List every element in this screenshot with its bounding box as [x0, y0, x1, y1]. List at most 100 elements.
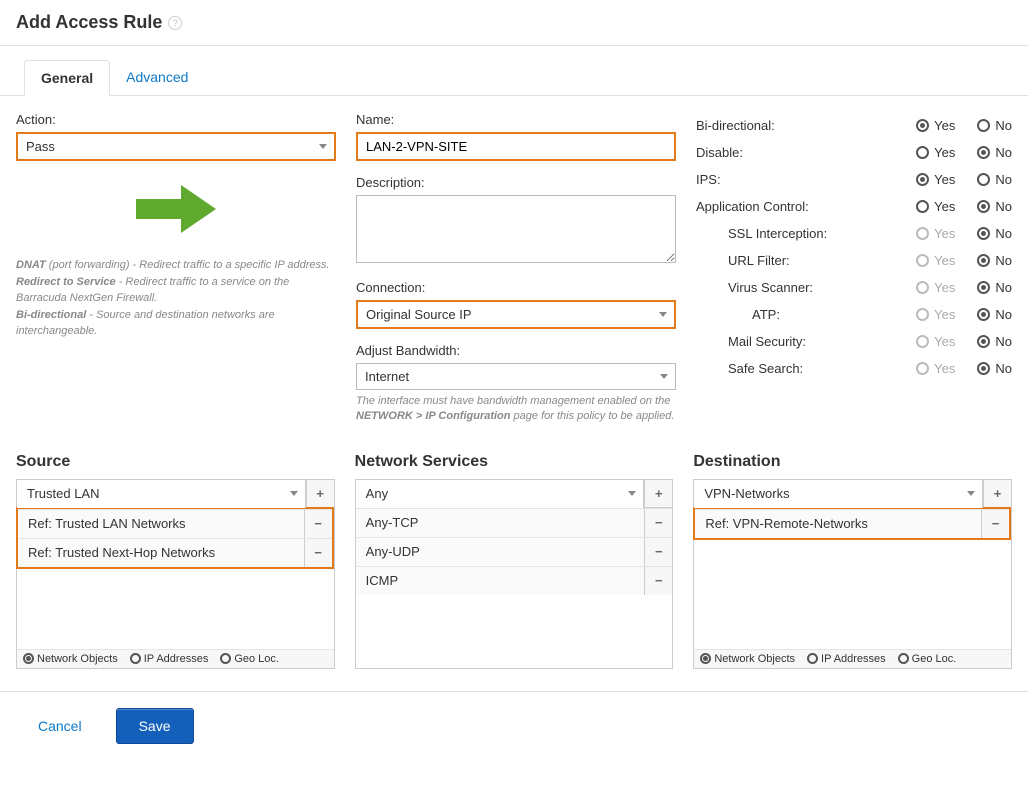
source-remove-button[interactable]: − [304, 539, 332, 567]
dest-seg-ip-addresses[interactable]: IP Addresses [807, 653, 886, 665]
radio-icon [977, 281, 990, 294]
bandwidth-select[interactable]: Internet [356, 363, 676, 390]
action-select[interactable]: Pass [16, 132, 336, 161]
service-item[interactable]: Any-UDP [356, 538, 645, 566]
radio-no[interactable]: No [977, 280, 1012, 295]
dest-seg-geo-loc[interactable]: Geo Loc. [898, 653, 957, 665]
radio-yes[interactable]: Yes [916, 145, 955, 160]
radio-no[interactable]: No [977, 226, 1012, 241]
radio-no[interactable]: No [977, 145, 1012, 160]
option-row: Bi-directional:YesNo [696, 112, 1012, 139]
arrow-icon [131, 181, 221, 237]
radio-no[interactable]: No [977, 172, 1012, 187]
option-label: ATP: [752, 307, 916, 322]
destination-add-button[interactable]: + [983, 480, 1011, 508]
source-select[interactable]: Trusted LAN [17, 480, 306, 508]
save-button[interactable]: Save [116, 708, 194, 744]
source-remove-button[interactable]: − [304, 510, 332, 538]
connection-select[interactable]: Original Source IP [356, 300, 676, 329]
source-panel: Trusted LAN + Ref: Trusted LAN Networks … [16, 479, 335, 669]
option-row: Application Control:YesNo [696, 193, 1012, 220]
radio-no[interactable]: No [977, 199, 1012, 214]
chevron-down-icon [659, 372, 669, 382]
radio-icon [977, 146, 990, 159]
service-remove-button[interactable]: − [644, 509, 672, 537]
destination-item[interactable]: Ref: VPN-Remote-Networks [695, 510, 981, 538]
option-label: IPS: [696, 172, 916, 187]
radio-icon [916, 227, 929, 240]
radio-no[interactable]: No [977, 253, 1012, 268]
radio-yes[interactable]: Yes [916, 199, 955, 214]
radio-icon [977, 308, 990, 321]
radio-no[interactable]: No [977, 361, 1012, 376]
destination-select[interactable]: VPN-Networks [694, 480, 983, 508]
services-panel: Any + Any-TCP− Any-UDP− ICMP− [355, 479, 674, 669]
chevron-down-icon [627, 489, 637, 499]
bandwidth-value: Internet [365, 369, 409, 384]
tab-advanced[interactable]: Advanced [110, 60, 204, 95]
source-item[interactable]: Ref: Trusted LAN Networks [18, 510, 304, 538]
destination-panel: VPN-Networks + Ref: VPN-Remote-Networks … [693, 479, 1012, 669]
name-input[interactable] [356, 132, 676, 161]
option-row: Disable:Yes No [696, 139, 1012, 166]
option-label: Disable: [696, 145, 916, 160]
bandwidth-label: Adjust Bandwidth: [356, 343, 676, 358]
chevron-down-icon [966, 489, 976, 499]
connection-label: Connection: [356, 280, 676, 295]
tab-general[interactable]: General [24, 60, 110, 96]
source-seg-network-objects[interactable]: Network Objects [23, 653, 118, 665]
radio-icon [916, 200, 929, 213]
chevron-down-icon [658, 310, 668, 320]
tabs: General Advanced [0, 46, 1028, 96]
description-input[interactable] [356, 195, 676, 263]
radio-yes[interactable]: Yes [916, 118, 955, 133]
services-select[interactable]: Any [356, 480, 645, 508]
service-item[interactable]: ICMP [356, 567, 645, 595]
radio-icon [977, 335, 990, 348]
radio-yes: Yes [916, 226, 955, 241]
services-title: Network Services [355, 453, 674, 471]
destination-remove-button[interactable]: − [981, 510, 1009, 538]
source-seg-ip-addresses[interactable]: IP Addresses [130, 653, 209, 665]
page-title: Add Access Rule [16, 12, 162, 33]
source-add-button[interactable]: + [306, 480, 334, 508]
option-label: Virus Scanner: [728, 280, 916, 295]
source-segment: Network Objects IP Addresses Geo Loc. [17, 649, 334, 668]
dest-seg-network-objects[interactable]: Network Objects [700, 653, 795, 665]
radio-no[interactable]: No [977, 307, 1012, 322]
radio-yes: Yes [916, 253, 955, 268]
radio-yes: Yes [916, 361, 955, 376]
radio-yes[interactable]: Yes [916, 172, 955, 187]
action-hints: DNAT (port forwarding) - Redirect traffi… [16, 257, 336, 340]
page-header: Add Access Rule ? [0, 0, 1028, 46]
radio-yes: Yes [916, 280, 955, 295]
pass-arrow-graphic [16, 181, 336, 237]
cancel-button[interactable]: Cancel [16, 708, 104, 744]
option-row: ATP:Yes No [696, 301, 1012, 328]
help-icon[interactable]: ? [168, 16, 182, 30]
source-seg-geo-loc[interactable]: Geo Loc. [220, 653, 279, 665]
services-add-button[interactable]: + [644, 480, 672, 508]
radio-icon [977, 254, 990, 267]
radio-no[interactable]: No [977, 334, 1012, 349]
option-row: Virus Scanner:Yes No [696, 274, 1012, 301]
name-label: Name: [356, 112, 676, 127]
radio-icon [916, 119, 929, 132]
radio-no[interactable]: No [977, 118, 1012, 133]
destination-items-highlight: Ref: VPN-Remote-Networks − [693, 507, 1011, 540]
option-label: Mail Security: [728, 334, 916, 349]
option-row: IPS:Yes No [696, 166, 1012, 193]
destination-title: Destination [693, 453, 1012, 471]
service-remove-button[interactable]: − [644, 538, 672, 566]
option-row: Mail Security:YesNo [696, 328, 1012, 355]
radio-icon [977, 173, 990, 186]
source-item[interactable]: Ref: Trusted Next-Hop Networks [18, 539, 304, 567]
option-row: SSL Interception:YesNo [696, 220, 1012, 247]
service-item[interactable]: Any-TCP [356, 509, 645, 537]
service-remove-button[interactable]: − [644, 567, 672, 595]
radio-icon [977, 227, 990, 240]
radio-yes: Yes [916, 307, 955, 322]
option-label: Safe Search: [728, 361, 916, 376]
radio-icon [916, 335, 929, 348]
source-items-highlight: Ref: Trusted LAN Networks − Ref: Trusted… [16, 507, 334, 569]
